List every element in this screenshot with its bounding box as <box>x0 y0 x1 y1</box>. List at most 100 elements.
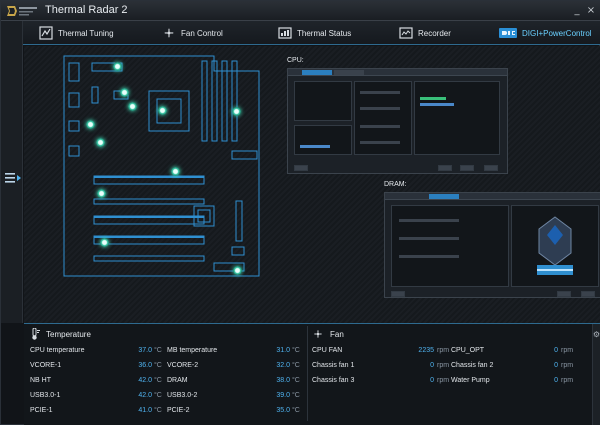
temp-label: VCORE-1 <box>30 362 62 369</box>
main-area: CPU: DRAM: <box>24 46 600 323</box>
tuf-logo <box>7 6 37 16</box>
fan-label: Chassis fan 1 <box>312 362 355 369</box>
motherboard-diagram <box>63 55 260 277</box>
temp-label: NB HT <box>30 377 51 384</box>
temp-label: DRAM <box>167 377 188 384</box>
temp-label: CPU temperature <box>30 347 85 354</box>
fan-value: 0 <box>554 362 558 369</box>
tab-label: DIGI+PowerControl <box>522 28 592 38</box>
tab-label: Thermal Status <box>297 28 352 38</box>
cpu-digi-panel[interactable] <box>287 68 508 174</box>
fan-unit: rpm <box>437 377 450 384</box>
temperature-title: Temperature <box>46 329 91 339</box>
temp-unit: °C <box>154 362 162 369</box>
temp-value: 42.0 <box>138 377 152 384</box>
fan-value: 0 <box>430 362 434 369</box>
tab-fan-control[interactable]: Fan Control <box>162 24 223 42</box>
fan-value: 2235 <box>418 347 434 354</box>
fan-label: CPU FAN <box>312 347 343 354</box>
thermal-status-icon <box>278 27 292 39</box>
fan-label: Chassis fan 3 <box>312 377 355 384</box>
temp-value: 32.0 <box>276 362 290 369</box>
temp-label: USB3.0-1 <box>30 392 61 399</box>
temp-value: 31.0 <box>276 347 290 354</box>
sensor-pcie-1[interactable] <box>97 189 106 198</box>
status-panel: Temperature CPU temperature 37.0 °C VCOR… <box>24 323 600 425</box>
sensor-usb3-2[interactable] <box>233 266 242 275</box>
fan-icon <box>164 28 174 38</box>
temp-unit: °C <box>154 377 162 384</box>
sensor-vcore-1[interactable] <box>120 88 129 97</box>
sensor-usb3-1[interactable] <box>96 138 105 147</box>
temp-label: PCIE-2 <box>167 407 190 414</box>
settings-gear-icon[interactable]: ⚙ <box>592 330 600 339</box>
sensor-vcore-2[interactable] <box>128 102 137 111</box>
temp-unit: °C <box>154 347 162 354</box>
app-window: Thermal Radar 2 _ × Thermal Tuning Fan C… <box>0 0 600 425</box>
tab-recorder[interactable]: Recorder <box>399 24 451 42</box>
temp-label: PCIE-1 <box>30 407 53 414</box>
temp-unit: °C <box>154 392 162 399</box>
sensor-pcie-2[interactable] <box>100 238 109 247</box>
tab-thermal-tuning[interactable]: Thermal Tuning <box>39 24 114 42</box>
temp-unit: °C <box>292 362 300 369</box>
temp-unit: °C <box>292 377 300 384</box>
section-divider <box>307 326 308 421</box>
temp-value: 38.0 <box>276 377 290 384</box>
temp-value: 37.0 <box>138 347 152 354</box>
sensor-nb-ht[interactable] <box>86 120 95 129</box>
tab-bar: Thermal Tuning Fan Control Thermal Statu… <box>23 21 600 45</box>
tab-label: Recorder <box>418 28 451 38</box>
sensor-dram[interactable] <box>232 107 241 116</box>
fan-title: Fan <box>330 329 344 339</box>
sensor-cpu[interactable] <box>158 106 167 115</box>
temp-value: 42.0 <box>138 392 152 399</box>
fan-unit: rpm <box>437 347 450 354</box>
fan-unit: rpm <box>561 362 574 369</box>
cpu-panel-label: CPU: <box>287 57 304 64</box>
thermal-tuning-icon <box>39 26 53 40</box>
temp-unit: °C <box>154 407 162 414</box>
status-scrollbar[interactable] <box>592 324 600 425</box>
temp-value: 41.0 <box>138 407 152 414</box>
tab-digi-power-control[interactable]: DIGI+PowerControl <box>499 24 592 42</box>
tab-thermal-status[interactable]: Thermal Status <box>278 24 351 42</box>
temp-unit: °C <box>292 407 300 414</box>
temp-value: 36.0 <box>138 362 152 369</box>
digi-icon <box>499 28 517 38</box>
fan-header: Fan <box>312 327 344 341</box>
close-button[interactable]: × <box>585 5 597 17</box>
dram-digi-panel[interactable] <box>384 192 600 298</box>
fan-value: 0 <box>554 377 558 384</box>
temp-label: USB3.0-2 <box>167 392 198 399</box>
temp-unit: °C <box>292 392 300 399</box>
left-sidebar <box>1 21 23 323</box>
minimize-button[interactable]: _ <box>571 5 583 17</box>
fan-label: Water Pump <box>451 377 490 384</box>
thermometer-icon <box>32 328 40 340</box>
fan-unit: rpm <box>437 362 450 369</box>
title-bar: Thermal Radar 2 _ × <box>1 1 600 21</box>
fan-unit: rpm <box>561 377 574 384</box>
temp-label: VCORE-2 <box>167 362 199 369</box>
app-title: Thermal Radar 2 <box>45 4 128 16</box>
dram-illustration <box>537 216 573 275</box>
sensor-vrm[interactable] <box>113 62 122 71</box>
fan-unit: rpm <box>561 347 574 354</box>
temp-label: MB temperature <box>167 347 218 354</box>
dram-panel-label: DRAM: <box>384 181 407 188</box>
tab-label: Fan Control <box>181 28 223 38</box>
temp-value: 39.0 <box>276 392 290 399</box>
temp-value: 35.0 <box>276 407 290 414</box>
fan-value: 0 <box>430 377 434 384</box>
temp-unit: °C <box>292 347 300 354</box>
fan-label: Chassis fan 2 <box>451 362 494 369</box>
temperature-header: Temperature <box>30 327 91 341</box>
fan-value: 0 <box>554 347 558 354</box>
menu-expand-icon[interactable] <box>5 171 21 185</box>
sensor-mb[interactable] <box>171 167 180 176</box>
fan-icon <box>314 330 322 338</box>
tab-label: Thermal Tuning <box>58 28 114 38</box>
recorder-icon <box>399 27 413 39</box>
fan-label: CPU_OPT <box>451 347 485 354</box>
